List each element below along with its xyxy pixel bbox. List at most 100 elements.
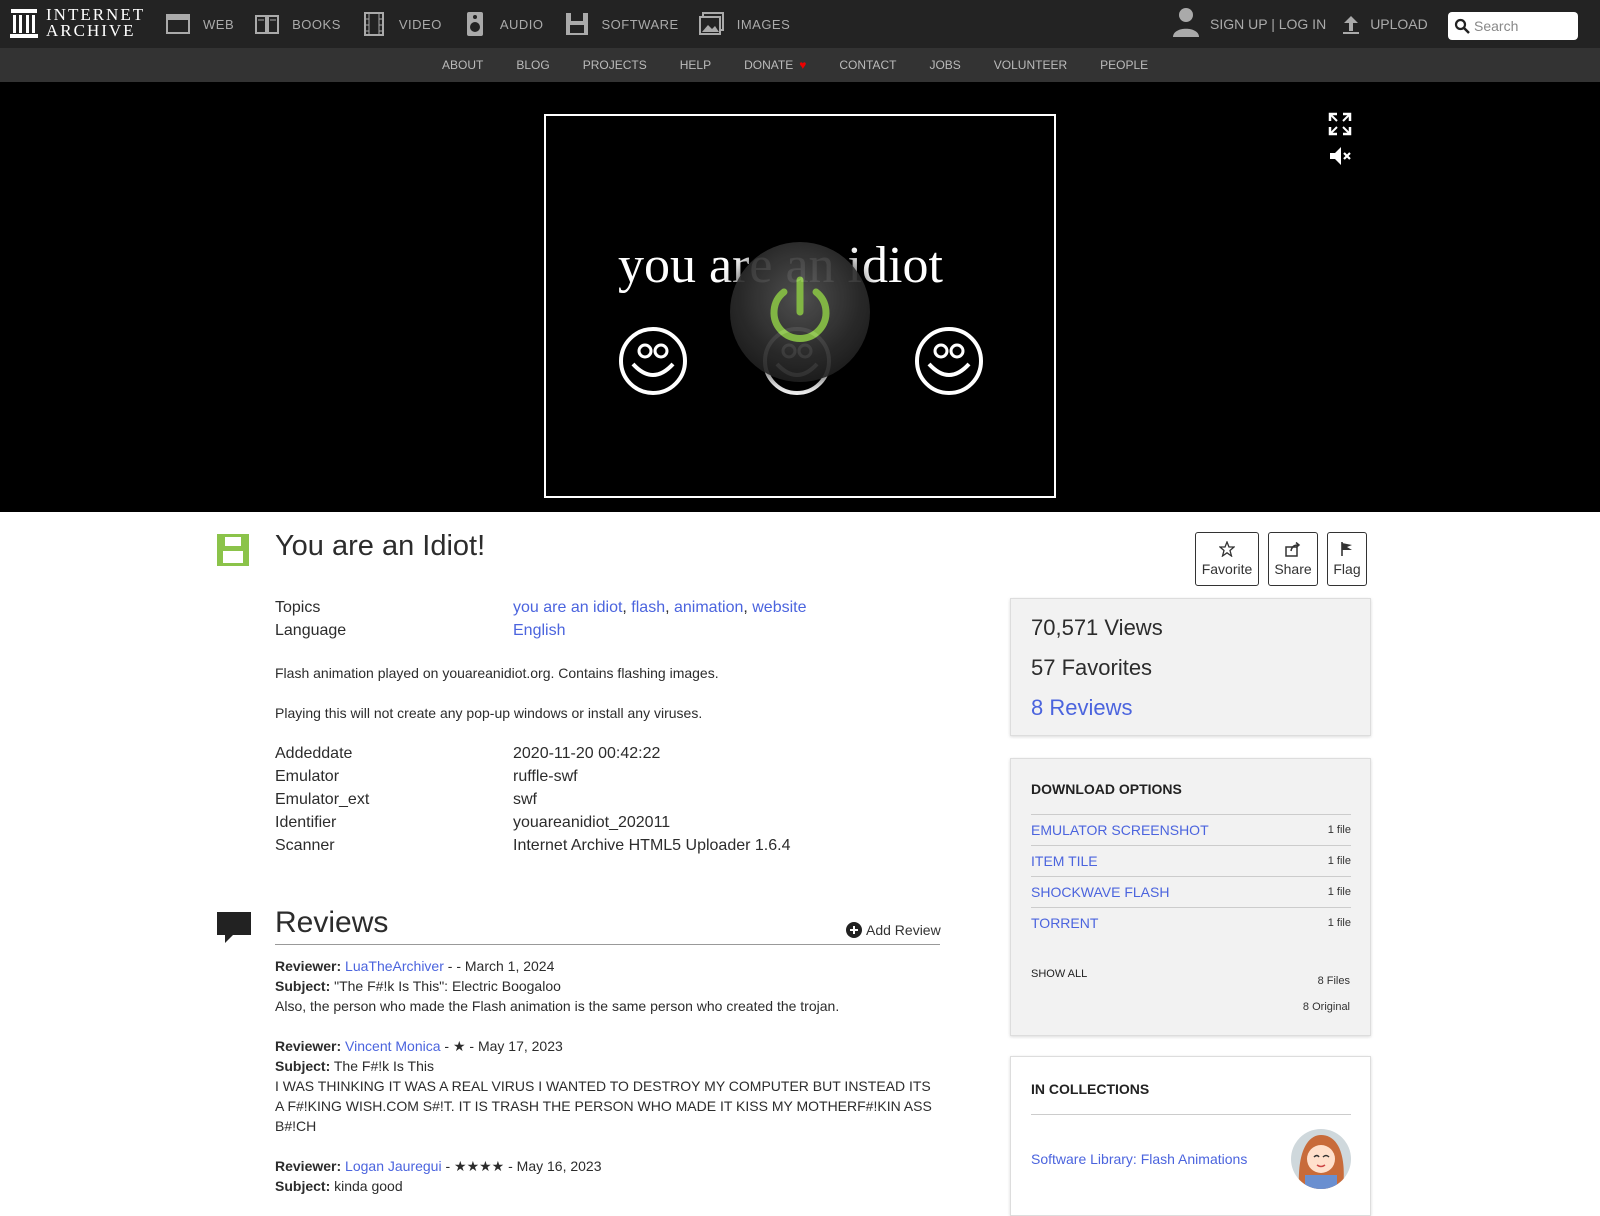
fullscreen-icon[interactable]: [1328, 112, 1352, 136]
download-row[interactable]: TORRENT 1 file: [1031, 907, 1351, 938]
favorite-button[interactable]: Favorite: [1195, 532, 1259, 586]
media-menu: WEB BOOKS VIDEO AUDIO SOFTWARE IMAGES: [165, 0, 810, 48]
subnav-people[interactable]: PEOPLE: [1100, 58, 1148, 72]
topics-value: you are an idiot, flash, animation, webs…: [513, 599, 807, 616]
nav-web[interactable]: WEB: [165, 11, 234, 37]
review-item: Reviewer: Logan Jauregui - ★★★★ - May 16…: [275, 1156, 941, 1196]
plus-circle-icon: [846, 922, 862, 938]
download-format-link[interactable]: EMULATOR SCREENSHOT: [1031, 822, 1209, 838]
search-input[interactable]: [1474, 18, 1574, 34]
review-subject-line: Subject: "The F#!k Is This": Electric Bo…: [275, 976, 941, 996]
reviewer-label: Reviewer:: [275, 958, 342, 974]
metadata-key: Emulator: [275, 768, 340, 785]
download-row[interactable]: ITEM TILE 1 file: [1031, 845, 1351, 876]
download-format-link[interactable]: SHOCKWAVE FLASH: [1031, 884, 1169, 900]
software-floppy-icon: [217, 534, 249, 566]
review-item: Reviewer: Vincent Monica - ★ - May 17, 2…: [275, 1036, 941, 1136]
download-file-count: 1 file: [1327, 917, 1351, 929]
collections-divider: [1031, 1114, 1351, 1115]
reviewer-link[interactable]: Logan Jauregui: [345, 1158, 442, 1174]
collection-link[interactable]: Software Library: Flash Animations: [1031, 1151, 1247, 1167]
nav-books[interactable]: BOOKS: [254, 11, 341, 37]
nav-images[interactable]: IMAGES: [698, 11, 791, 37]
user-avatar-icon[interactable]: [1172, 6, 1200, 43]
subnav-jobs[interactable]: JOBS: [929, 58, 960, 72]
floppy-icon: [565, 13, 588, 35]
metadata-key: Addeddate: [275, 745, 353, 762]
reviewer-link[interactable]: LuaTheArchiver: [345, 958, 444, 974]
subject-label: Subject:: [275, 1058, 331, 1074]
upload-icon: [1343, 16, 1360, 34]
upload-button[interactable]: UPLOAD: [1340, 13, 1428, 35]
nav-books-label: BOOKS: [292, 16, 341, 32]
download-format-link[interactable]: ITEM TILE: [1031, 853, 1098, 869]
theater: you are an idiot: [0, 82, 1600, 512]
subnav-donate[interactable]: DONATE ♥: [744, 58, 806, 72]
smiley-right-icon: [915, 327, 983, 395]
topics-label: Topics: [275, 599, 321, 616]
language-link[interactable]: English: [513, 622, 565, 639]
topic-link[interactable]: you are an idiot: [513, 599, 622, 616]
reviewer-label: Reviewer:: [275, 1158, 342, 1174]
share-button[interactable]: Share: [1268, 532, 1318, 586]
favorites-count: 57 Favorites: [1031, 655, 1153, 680]
subnav-volunteer[interactable]: VOLUNTEER: [994, 58, 1067, 72]
language-label: Language: [275, 622, 347, 639]
download-row[interactable]: SHOCKWAVE FLASH 1 file: [1031, 876, 1351, 907]
mute-icon[interactable]: [1328, 144, 1352, 168]
item-actions: Favorite Share Flag: [1195, 532, 1367, 586]
subnav-projects[interactable]: PROJECTS: [583, 58, 647, 72]
search-box: [1448, 12, 1578, 40]
internet-archive-logo[interactable]: INTERNET ARCHIVE: [10, 6, 145, 39]
comment-icon: [217, 912, 251, 943]
nav-audio[interactable]: AUDIO: [462, 11, 544, 37]
nav-web-label: WEB: [203, 16, 235, 32]
download-format-link[interactable]: TORRENT: [1031, 915, 1098, 931]
power-icon: [770, 276, 830, 342]
flag-button[interactable]: Flag: [1327, 532, 1367, 586]
nav-video[interactable]: VIDEO: [361, 11, 442, 37]
subnav-help[interactable]: HELP: [680, 58, 711, 72]
search-icon[interactable]: [1454, 18, 1470, 34]
language-value: English: [513, 619, 565, 642]
star-icon: [1219, 541, 1235, 557]
nav-software[interactable]: SOFTWARE: [564, 11, 679, 37]
collections-box: IN COLLECTIONS Software Library: Flash A…: [1010, 1056, 1371, 1216]
nav-images-label: IMAGES: [736, 16, 791, 32]
original-total: 8 Original: [1302, 1001, 1350, 1013]
reviewer-link[interactable]: Vincent Monica: [345, 1038, 440, 1054]
signup-login-link[interactable]: SIGN UP | LOG IN: [1210, 16, 1326, 32]
add-review-button[interactable]: Add Review: [846, 922, 941, 938]
share-icon: [1285, 541, 1301, 557]
review-byline: Reviewer: Vincent Monica - ★ - May 17, 2…: [275, 1036, 941, 1056]
review-subject: "The F#!k Is This": Electric Boogaloo: [334, 978, 561, 994]
review-subject: The F#!k Is This: [333, 1058, 434, 1074]
film-icon: [363, 12, 384, 36]
collection-thumbnail-icon[interactable]: [1291, 1129, 1351, 1189]
subnav-contact[interactable]: CONTACT: [839, 58, 896, 72]
subnav-about[interactable]: ABOUT: [442, 58, 483, 72]
metadata-value: youareanidiot_202011: [513, 814, 671, 831]
review-body: Also, the person who made the Flash anim…: [275, 998, 840, 1014]
review-byline: Reviewer: LuaTheArchiver - - March 1, 20…: [275, 956, 941, 976]
subnav-blog[interactable]: BLOG: [516, 58, 549, 72]
subject-label: Subject:: [275, 1178, 331, 1194]
description-line: Flash animation played on youareanidiot.…: [275, 665, 719, 681]
subnav-donate-label: DONATE: [744, 58, 794, 72]
topic-link[interactable]: flash: [631, 599, 665, 616]
show-all-link[interactable]: SHOW ALL: [1031, 968, 1087, 980]
download-row[interactable]: EMULATOR SCREENSHOT 1 file: [1031, 814, 1351, 845]
metadata-value: 2020-11-20 00:42:22: [513, 745, 661, 762]
image-icon: [698, 12, 724, 35]
favorite-label: Favorite: [1201, 561, 1253, 577]
archive-building-icon: [10, 9, 38, 38]
share-label: Share: [1274, 561, 1312, 577]
reviews-count-link[interactable]: 8 Reviews: [1031, 695, 1132, 721]
flash-player[interactable]: you are an idiot: [544, 114, 1056, 498]
logo-text: INTERNET ARCHIVE: [46, 6, 145, 39]
item-title: You are an Idiot!: [275, 530, 486, 562]
topic-link[interactable]: animation: [674, 599, 743, 616]
review-subject: kinda good: [334, 1178, 403, 1194]
topic-link[interactable]: website: [752, 599, 806, 616]
play-power-button[interactable]: [730, 242, 870, 382]
